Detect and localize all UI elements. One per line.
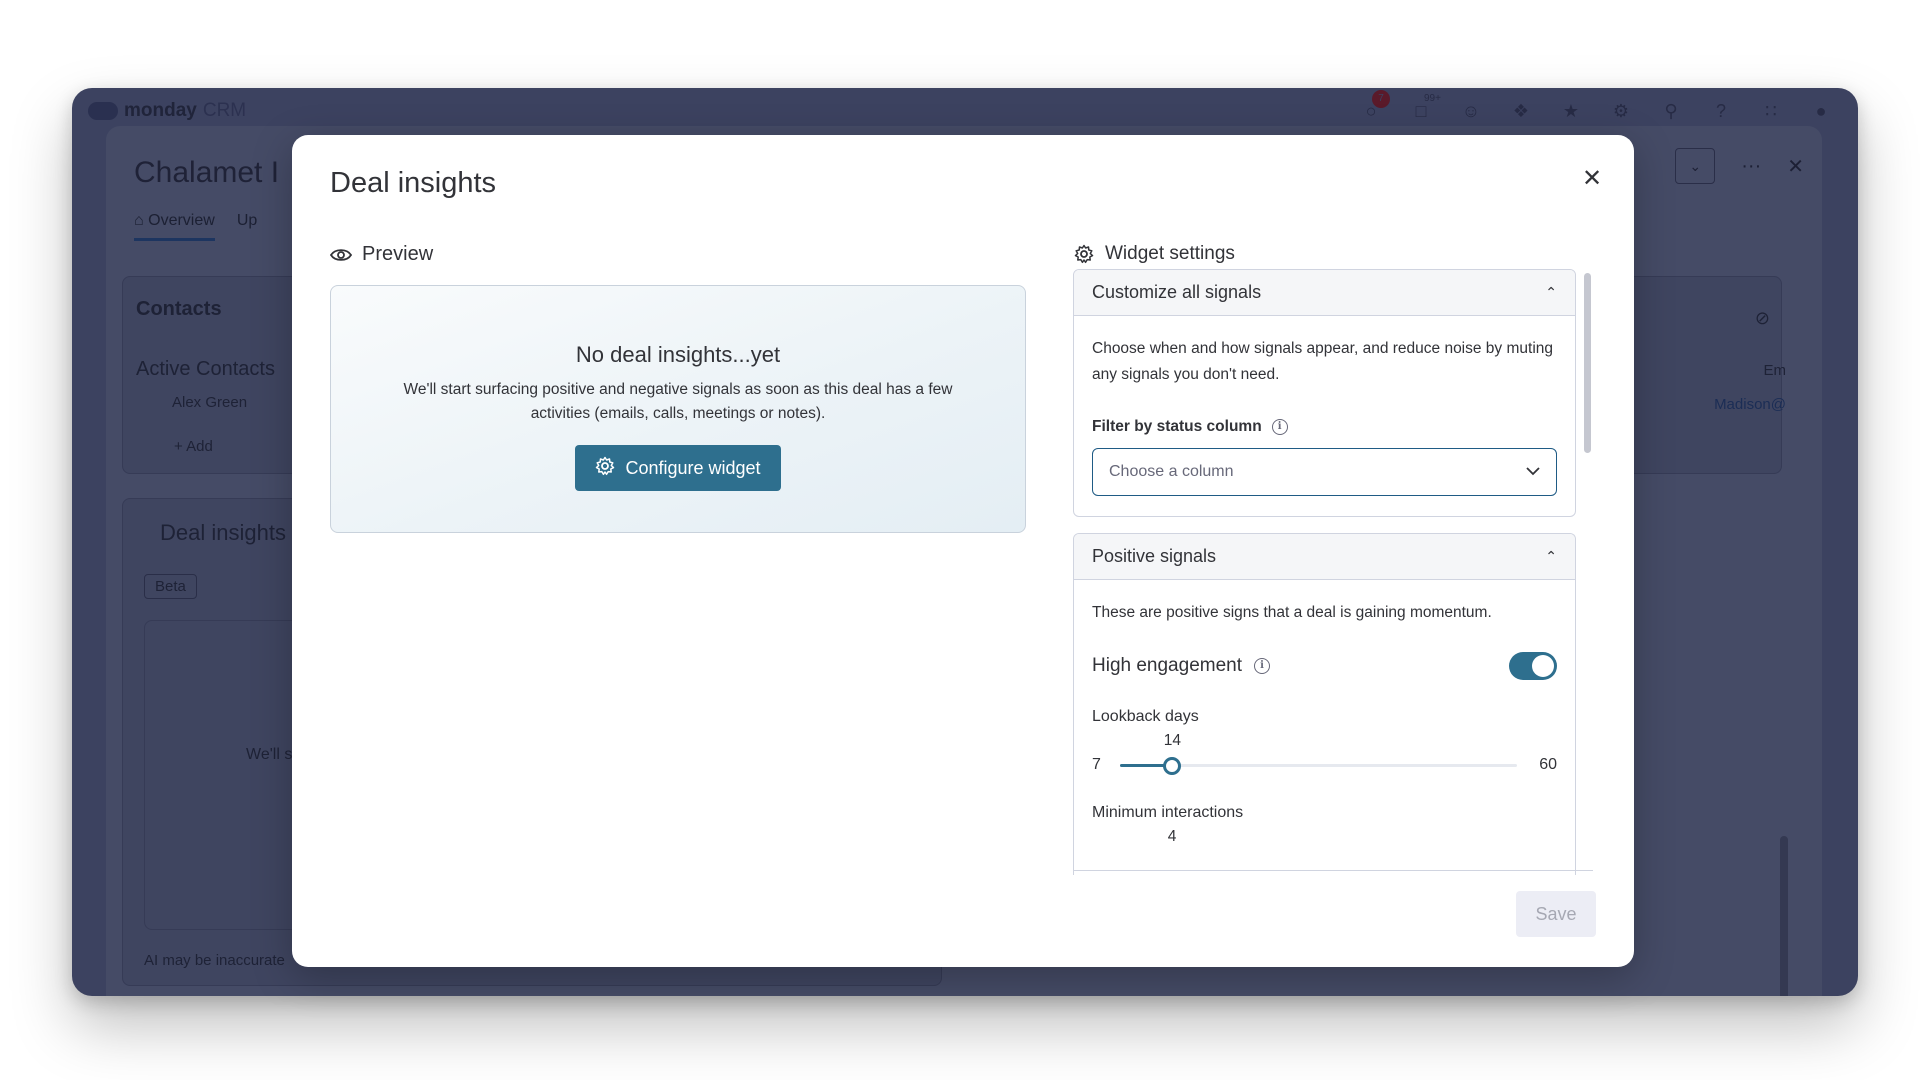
item-tabs: ⌂ Overview Up [134, 212, 257, 241]
toggle-knob [1532, 655, 1554, 677]
customize-signals-section: Customize all signals ⌃ Choose when and … [1073, 269, 1576, 517]
insights-empty-text: We'll s [246, 746, 293, 763]
status-column-select[interactable]: Choose a column [1092, 448, 1557, 496]
positive-signals-title: Positive signals [1092, 546, 1217, 566]
positive-signals-section: Positive signals ⌃ These are positive si… [1073, 533, 1576, 875]
customize-signals-header[interactable]: Customize all signals ⌃ [1074, 270, 1575, 316]
panel-close-icon[interactable]: ✕ [1787, 154, 1804, 179]
avatar[interactable]: ● [1810, 100, 1832, 122]
ai-disclaimer: AI may be inaccurate [144, 952, 285, 969]
configure-widget-label: Configure widget [625, 457, 761, 478]
tab-overview-label: Overview [148, 212, 215, 229]
settings-scroll-area[interactable]: Customize all signals ⌃ Choose when and … [1073, 269, 1593, 875]
positive-signals-header[interactable]: Positive signals ⌃ [1074, 534, 1575, 580]
empty-state-description: We'll start surfacing positive and negat… [403, 381, 953, 422]
apps-icon[interactable]: ❖ [1510, 100, 1532, 122]
more-icon[interactable]: ··· [1741, 155, 1761, 178]
tab-updates[interactable]: Up [237, 212, 257, 241]
lookback-days-label: Lookback days [1092, 708, 1199, 725]
brand-name: monday [124, 100, 197, 121]
monday-logo-icon [88, 102, 118, 120]
widget-settings-label: Widget settings [1105, 243, 1235, 264]
chevron-up-icon: ⌃ [1545, 548, 1557, 564]
filter-status-label-text: Filter by status column [1092, 418, 1262, 435]
lookback-days-slider[interactable]: 14 7 60 [1092, 726, 1557, 778]
minimum-interactions-label: Minimum interactions [1092, 804, 1244, 821]
eye-icon [330, 244, 352, 266]
info-icon[interactable]: i [1271, 419, 1288, 435]
contact-name[interactable]: Alex Green [172, 394, 247, 411]
close-icon: ✕ [1581, 165, 1603, 192]
save-button[interactable]: Save [1516, 891, 1596, 937]
modal-title: Deal insights [330, 167, 497, 199]
beta-badge: Beta [144, 574, 197, 599]
minimum-interactions-slider[interactable]: 4 [1092, 822, 1557, 874]
customize-signals-description: Choose when and how signals appear, and … [1092, 340, 1554, 383]
contacts-title: Contacts [136, 298, 222, 320]
minimum-interactions-value: 4 [1167, 828, 1177, 845]
bell-icon[interactable]: ○ 7 [1360, 90, 1390, 122]
settings-icon[interactable]: ⚙ [1610, 100, 1632, 122]
customize-signals-title: Customize all signals [1092, 282, 1262, 302]
item-title: Chalamet I [134, 156, 280, 189]
slider-track[interactable] [1120, 757, 1517, 775]
high-engagement-row: High engagement i [1092, 652, 1557, 680]
close-button[interactable]: ✕ [1576, 163, 1608, 195]
widget-settings-heading: Widget settings [1073, 243, 1235, 265]
inbox-count: 99+ [1424, 93, 1441, 104]
top-bar: monday CRM ○ 7 □ 99+ ☺ ❖ ★ ⚙ ⚲ ? ∷ ● [72, 88, 1858, 128]
settings-divider [1073, 870, 1593, 871]
inbox-icon[interactable]: □ 99+ [1410, 93, 1441, 122]
deal-insights-title: Deal insights [160, 520, 286, 545]
people-icon[interactable]: ★ [1560, 100, 1582, 122]
settings-scrollbar[interactable] [1584, 273, 1591, 453]
positive-signals-description: These are positive signs that a deal is … [1092, 604, 1492, 621]
customize-signals-body: Choose when and how signals appear, and … [1074, 316, 1575, 516]
email-column-header: Em [1763, 362, 1787, 379]
gear-icon [1073, 243, 1095, 265]
home-icon: ⌂ [134, 212, 144, 229]
tab-overview[interactable]: ⌂ Overview [134, 212, 215, 241]
active-contacts-label: Active Contacts [136, 358, 275, 380]
chevron-down-icon[interactable]: ⌄ [1675, 148, 1716, 184]
lookback-days-value: 14 [1163, 732, 1182, 749]
slider-thumb[interactable] [1163, 757, 1182, 775]
high-engagement-toggle[interactable] [1509, 652, 1557, 680]
email-value[interactable]: Madison@ [1714, 396, 1786, 413]
help-icon[interactable]: ? [1710, 100, 1732, 122]
chevron-down-icon [1526, 463, 1540, 481]
preview-heading: Preview [330, 243, 433, 266]
search-icon[interactable]: ⚲ [1660, 100, 1682, 122]
status-column-select-value: Choose a column [1109, 463, 1234, 480]
high-engagement-label-text: High engagement [1092, 655, 1242, 676]
top-icons: ○ 7 □ 99+ ☺ ❖ ★ ⚙ ⚲ ? ∷ ● [1360, 90, 1832, 122]
chevron-up-icon: ⌃ [1545, 284, 1557, 300]
notification-badge: 7 [1372, 90, 1390, 108]
empty-state-title: No deal insights...yet [575, 342, 781, 367]
brand-logo: monday CRM [88, 100, 246, 122]
brand-product: CRM [202, 100, 247, 121]
deal-insights-modal: Deal insights ✕ Preview No deal insights… [292, 135, 1634, 967]
high-engagement-label: High engagement i [1092, 655, 1270, 677]
gear-icon [595, 456, 615, 481]
configure-widget-button[interactable]: Configure widget [575, 445, 781, 491]
positive-signals-body: These are positive signs that a deal is … [1074, 580, 1575, 875]
panel-scrollbar[interactable] [1780, 836, 1788, 996]
filter-status-label: Filter by status column i [1092, 418, 1557, 436]
lookback-days-min: 7 [1092, 756, 1101, 773]
person-icon[interactable]: ☺ [1460, 100, 1482, 122]
lookback-days-max: 60 [1539, 756, 1557, 773]
preview-card: No deal insights...yet We'll start surfa… [330, 285, 1026, 533]
hidden-eye-icon[interactable]: ⊘ [1755, 308, 1770, 329]
panel-controls: ⌄ ··· ✕ [1675, 148, 1804, 184]
preview-heading-label: Preview [362, 243, 434, 265]
info-icon[interactable]: i [1254, 658, 1270, 674]
add-contact-button[interactable]: + Add [174, 438, 213, 455]
grid-icon[interactable]: ∷ [1760, 100, 1782, 122]
